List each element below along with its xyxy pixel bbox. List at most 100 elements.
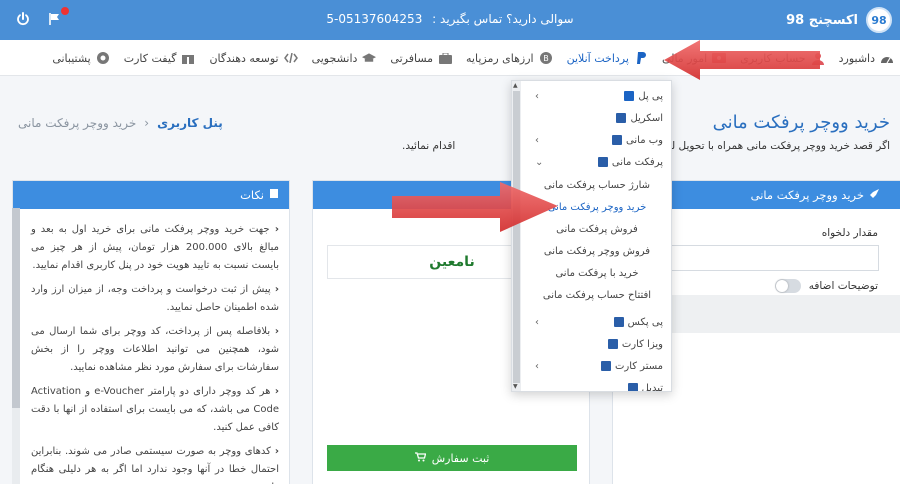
perfect-money-subitem[interactable]: فروش ووچر پرفکت مانی (521, 241, 671, 263)
nav-item-label: ارزهای رمزپایه (466, 51, 534, 65)
annotation-arrow-top (664, 40, 820, 80)
amount-label: مقدار دلخواه (821, 227, 878, 239)
chevron-left-icon: ‹ (535, 360, 539, 372)
annotation-arrow-mid (392, 182, 558, 232)
breadcrumb: خرید ووچر پرفکت مانی › پنل کاربری (18, 116, 223, 130)
page-description: اگر قصد خرید ووچر پرفکت مانی همراه با تح… (665, 140, 890, 152)
notes-card-title: نکات (240, 188, 264, 202)
nav-item-label: پرداخت آنلاین (566, 51, 629, 65)
payment-method-icon (624, 91, 635, 101)
breadcrumb-home[interactable]: پنل کاربری (157, 116, 223, 130)
dropdown-item-label: مستر کارت (614, 360, 663, 372)
nav-item-3[interactable]: پرداخت آنلاین (567, 51, 648, 65)
chevron-left-icon: ‹ (535, 90, 539, 102)
dropdown-item-label: ویزا کارت (621, 338, 663, 350)
payment-method-icon (612, 135, 623, 145)
dropdown-item[interactable]: وب مانی ‹ (521, 129, 671, 151)
nav-item-7[interactable]: توسعه دهندگان (209, 51, 298, 65)
note-paragraph: هر کد ووچر دارای دو پارامتر e-Voucher و … (31, 383, 279, 437)
nav-item-label: دانشجویی (311, 51, 358, 65)
dropdown-scrollbar[interactable]: ▲ ▼ (512, 81, 521, 391)
nav-item-label: توسعه دهندگان (209, 51, 279, 65)
support-text: سوالی دارید؟ تماس بگیرید : (432, 12, 574, 26)
cart-icon (414, 451, 427, 465)
file-icon (269, 188, 279, 202)
support-phone[interactable]: 05137604253-5 (323, 12, 425, 26)
dropdown-item-label: پی پکس (627, 316, 663, 328)
svg-text:B: B (543, 54, 549, 63)
notes-scroll-thumb[interactable] (12, 208, 20, 408)
dropdown-item[interactable]: تبدیل (521, 377, 671, 392)
paypal-icon (634, 51, 648, 65)
extra-description-label: توضیحات اضافه (808, 280, 878, 292)
dashboard-icon (880, 51, 894, 65)
suitcase-icon (438, 51, 452, 65)
power-icon[interactable] (14, 10, 32, 28)
support-icon (96, 51, 110, 65)
breadcrumb-current: خرید ووچر پرفکت مانی (18, 116, 137, 130)
note-paragraph: کدهای ووچر به صورت سیستمی صادر می شوند. … (31, 443, 279, 484)
nav-item-label: داشبورد (838, 51, 875, 65)
payment-method-icon (613, 317, 624, 327)
note-paragraph: پیش از ثبت درخواست و پرداخت وجه، از میزا… (31, 281, 279, 317)
extra-description-toggle[interactable] (774, 279, 801, 293)
notes-scrollbar[interactable] (12, 208, 20, 484)
top-bar: 98 اکسچنج 98 سوالی دارید؟ تماس بگیرید : … (0, 0, 900, 40)
chevron-left-icon: ‹ (535, 316, 539, 328)
scroll-down-icon[interactable]: ▼ (513, 383, 518, 390)
dropdown-item-label: پی پل (638, 90, 663, 102)
dropdown-item-label: پرفکت مانی (611, 156, 663, 168)
nav-item-5[interactable]: مسافرتی (390, 51, 452, 65)
extra-toggle-row: توضیحات اضافه (774, 279, 878, 293)
dropdown-item[interactable]: پرفکت مانی ⌄ (521, 151, 671, 173)
submit-order-label: ثبت سفارش (431, 451, 490, 465)
nav-item-label: گیفت کارت (123, 51, 177, 65)
nav-item-6[interactable]: دانشجویی (312, 51, 377, 65)
code-icon (283, 51, 298, 65)
payment-method-icon (600, 361, 611, 371)
dropdown-item[interactable]: مستر کارت ‹ (521, 355, 671, 377)
perfect-money-subitem[interactable]: افتتاح حساب پرفکت مانی (521, 285, 671, 307)
notes-body: جهت خرید ووچر پرفکت مانی برای خرید اول ب… (13, 209, 289, 484)
dropdown-item[interactable]: ویزا کارت (521, 333, 671, 355)
amount-input[interactable] (643, 245, 879, 271)
notes-card-header: نکات (13, 181, 289, 209)
breadcrumb-separator: › (144, 116, 150, 130)
payment-method-icon (627, 383, 638, 391)
dropdown-scroll-thumb[interactable] (513, 91, 520, 383)
dropdown-item[interactable]: پی پکس ‹ (521, 311, 671, 333)
top-left-icons (14, 7, 69, 28)
dropdown-item-label: وب مانی (626, 134, 663, 146)
nav-item-8[interactable]: گیفت کارت (124, 51, 196, 65)
submit-order-button[interactable]: ثبت سفارش (327, 445, 577, 471)
nav-item-0[interactable]: داشبورد (839, 51, 894, 65)
dropdown-item-label: تبدیل (641, 382, 663, 392)
perfect-money-subitem[interactable]: خرید با پرفکت مانی (521, 263, 671, 285)
nav-item-9[interactable]: پشتیبانی (52, 51, 109, 65)
rocket-icon (869, 188, 880, 202)
nav-item-label: مسافرتی (390, 51, 434, 65)
nav-item-4[interactable]: B ارزهای رمزپایه (466, 51, 553, 65)
order-card-title: خرید ووچر پرفکت مانی (750, 188, 864, 202)
dropdown-item[interactable]: اسکریل (521, 107, 671, 129)
page-title: خرید ووچر پرفکت مانی (712, 112, 890, 133)
dropdown-item[interactable]: پی پل ‹ (521, 85, 671, 107)
chevron-down-icon: ⌄ (535, 156, 544, 168)
gift-icon (181, 51, 195, 65)
scroll-up-icon[interactable]: ▲ (513, 82, 518, 89)
bitcoin-icon: B (539, 51, 553, 65)
flag-icon[interactable] (46, 7, 69, 28)
payment-method-icon (597, 157, 608, 167)
online-payment-dropdown: ▲ ▼ پی پل ‹ اسکریل وب مانی ‹ پرفکت مانی ⌄ شارژ … (511, 80, 672, 392)
chevron-left-icon: ‹ (535, 134, 539, 146)
note-paragraph: جهت خرید ووچر پرفکت مانی برای خرید اول ب… (31, 221, 279, 275)
notes-card: نکات جهت خرید ووچر پرفکت مانی برای خرید … (12, 180, 290, 484)
graduation-cap-icon (362, 51, 377, 65)
payment-method-icon (607, 339, 618, 349)
note-paragraph: بلافاصله پس از پرداخت، کد ووچر برای شما … (31, 323, 279, 377)
support-line: سوالی دارید؟ تماس بگیرید : 05137604253-5 (0, 12, 900, 26)
dropdown-item-label: اسکریل (630, 112, 663, 124)
page-description-start: اگر قصد خرید ووچر پرفکت مانی همراه با تح… (665, 140, 890, 152)
notification-badge (61, 7, 69, 15)
payment-method-icon (616, 113, 627, 123)
